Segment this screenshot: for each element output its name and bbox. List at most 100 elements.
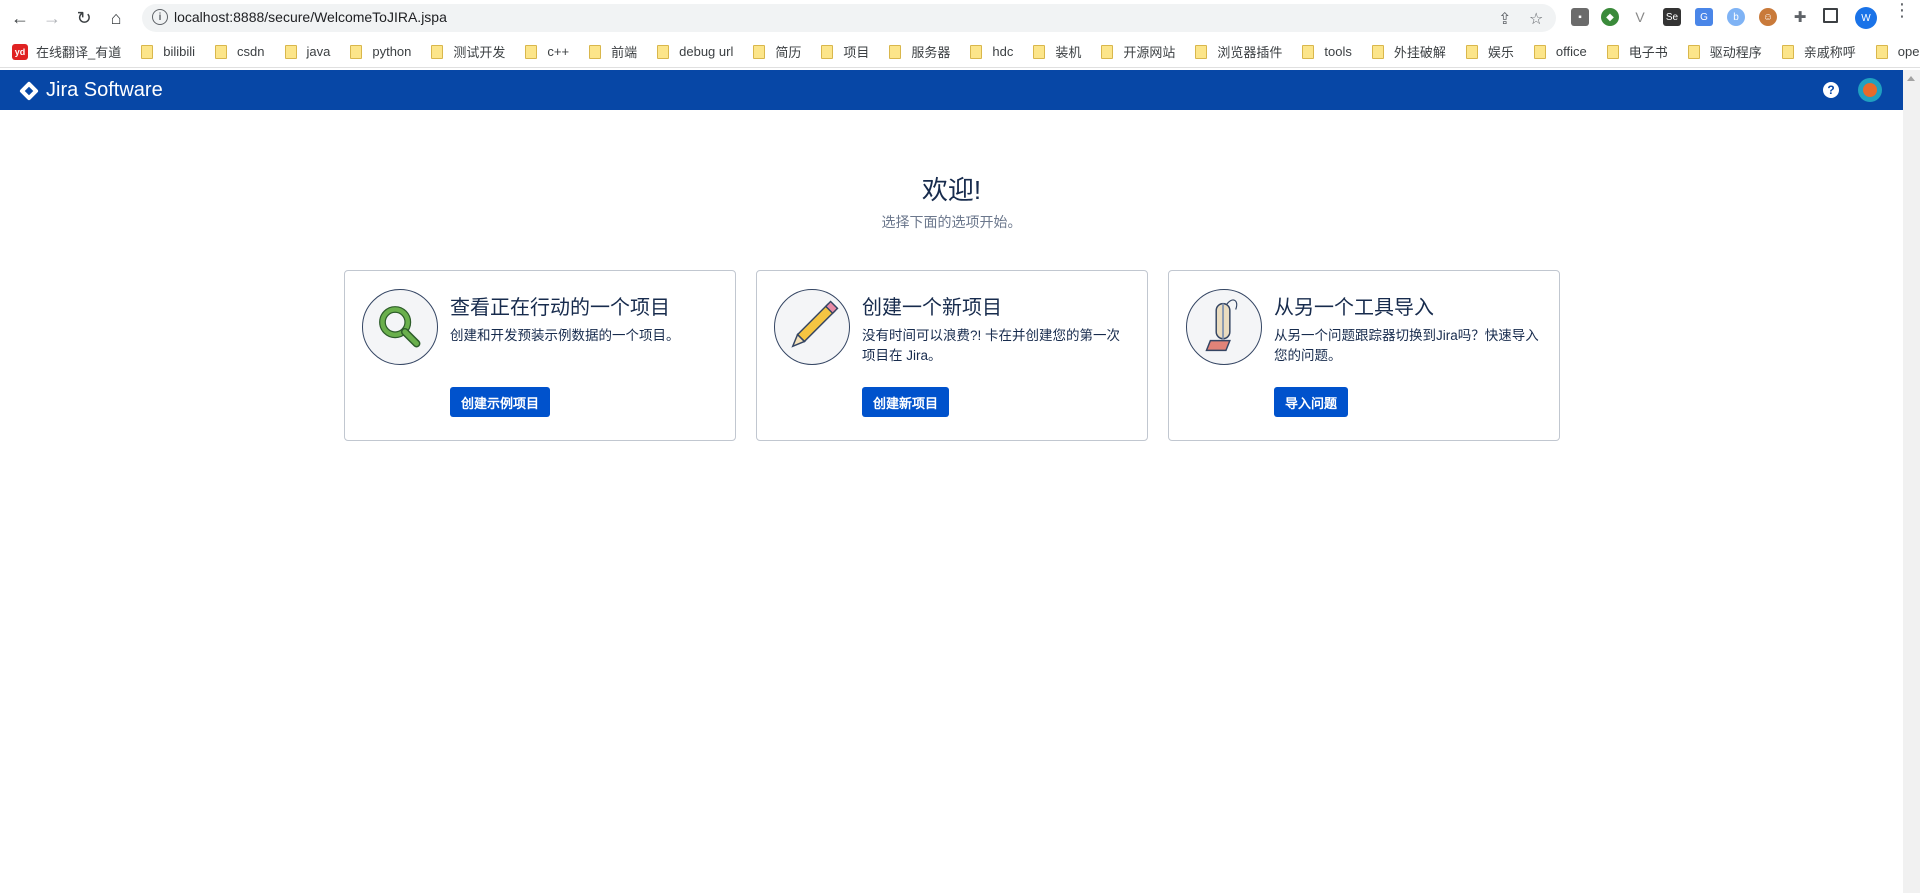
page-scrollbar[interactable]: [1903, 70, 1920, 893]
folder-icon: [1195, 44, 1208, 59]
bookmark-item[interactable]: hdc: [970, 44, 1013, 59]
back-button[interactable]: ←: [8, 6, 32, 30]
bookmark-item[interactable]: 服务器: [889, 42, 950, 61]
folder-icon: [1533, 44, 1546, 59]
bookmark-item[interactable]: 简历: [753, 42, 801, 61]
bookmark-label: tools: [1324, 44, 1352, 59]
bookmark-label: 在线翻译_有道: [36, 45, 122, 60]
magnifier-icon: [362, 289, 438, 365]
extensions-puzzle-icon[interactable]: ✚: [1791, 8, 1809, 26]
card-title: 从另一个工具导入: [1274, 297, 1434, 319]
bookmarks-bar: yd 在线翻译_有道 bilibili csdn java python 测试开发 c++ 前端…: [0, 36, 1920, 68]
folder-icon: [589, 44, 602, 59]
home-button[interactable]: ⌂: [104, 6, 128, 30]
create-new-project-button[interactable]: 创建新项目: [862, 387, 950, 417]
url-text[interactable]: localhost:8888/secure/WelcomeToJIRA.jspa: [174, 9, 447, 25]
bookmark-label: csdn: [237, 44, 265, 59]
bookmark-label: 简历: [775, 45, 802, 60]
bookmark-label: python: [372, 44, 412, 59]
bookmark-item[interactable]: python: [350, 44, 411, 59]
card-description: 没有时间可以浪费?! 卡在并创建您的第一次项目在 Jira。: [862, 328, 1121, 363]
side-panel-icon[interactable]: [1823, 8, 1838, 23]
page-title: 欢迎!: [921, 175, 982, 205]
bookmark-item[interactable]: 前端: [589, 42, 637, 61]
bookmark-label: 驱动程序: [1709, 45, 1762, 60]
profile-avatar[interactable]: W: [1855, 7, 1877, 29]
google-translate-icon[interactable]: G: [1695, 8, 1713, 26]
vue-devtools-icon[interactable]: V: [1631, 8, 1649, 26]
download-manager-icon[interactable]: ◆: [1601, 8, 1619, 26]
bookmark-label: debug url: [679, 44, 734, 59]
reload-button[interactable]: ↻: [72, 6, 96, 30]
bookmark-item[interactable]: 驱动程序: [1687, 42, 1762, 61]
bookmark-item[interactable]: 娱乐: [1465, 42, 1514, 61]
bookmark-label: 装机: [1055, 45, 1082, 60]
bookmark-item[interactable]: c++: [525, 44, 569, 59]
bookmark-star-icon[interactable]: ☆: [1529, 9, 1543, 29]
bookmark-label: 浏览器插件: [1217, 45, 1283, 60]
folder-icon: [350, 44, 363, 59]
folder-icon: [215, 44, 228, 59]
jira-header: Jira Software ?: [0, 70, 1903, 110]
bookmark-label: 开源网站: [1123, 45, 1176, 60]
bookmark-label: java: [306, 44, 331, 59]
pencil-icon: [774, 289, 850, 365]
bookmark-label: office: [1555, 44, 1587, 59]
scroll-up-arrow-icon[interactable]: [1907, 76, 1915, 81]
bookmark-item[interactable]: 亲戚称呼: [1781, 42, 1856, 61]
card-title: 创建一个新项目: [862, 297, 1002, 319]
bookmark-item[interactable]: office: [1533, 44, 1587, 59]
bookmark-item[interactable]: openai: [1875, 44, 1920, 59]
bookmark-item[interactable]: csdn: [215, 44, 265, 59]
avatar-face-icon: [1863, 83, 1877, 97]
folder-icon: [1033, 44, 1046, 59]
bookmark-label: 测试开发: [453, 45, 506, 60]
bookmark-label: 前端: [611, 45, 638, 60]
folder-icon: [1687, 44, 1700, 59]
card-import: 从另一个工具导入 从另一个问题跟踪器切换到Jira吗？快速导入您的问题。 导入问…: [1168, 270, 1560, 441]
jira-logo[interactable]: Jira Software: [19, 79, 163, 102]
bookmark-label: 娱乐: [1487, 45, 1514, 60]
address-bar[interactable]: i localhost:8888/secure/WelcomeToJIRA.js…: [142, 4, 1556, 32]
tampermonkey-icon[interactable]: ☺: [1759, 8, 1777, 26]
card-description: 创建和开发预装示例数据的一个项目。: [450, 328, 680, 343]
bookmark-item[interactable]: bilibili: [141, 44, 195, 59]
selenium-icon[interactable]: Se: [1663, 8, 1681, 26]
extension-icon[interactable]: ▪: [1571, 8, 1589, 26]
bing-icon[interactable]: b: [1727, 8, 1745, 26]
folder-icon: [753, 44, 766, 59]
create-sample-project-button[interactable]: 创建示例项目: [450, 387, 551, 417]
help-icon[interactable]: ?: [1823, 82, 1839, 98]
folder-icon: [525, 44, 538, 59]
bookmark-label: 电子书: [1628, 45, 1668, 60]
folder-icon: [1371, 44, 1384, 59]
share-icon[interactable]: ⇪: [1498, 9, 1511, 29]
bookmark-item[interactable]: 测试开发: [431, 42, 505, 61]
browser-menu-icon[interactable]: ⋮: [1893, 1, 1911, 19]
bookmark-label: c++: [547, 44, 570, 59]
bookmark-item[interactable]: java: [284, 44, 331, 59]
site-info-icon[interactable]: i: [152, 9, 168, 25]
bookmark-label: bilibili: [163, 44, 196, 59]
bookmark-item[interactable]: yd 在线翻译_有道: [12, 42, 121, 61]
bookmark-item[interactable]: 开源网站: [1101, 42, 1175, 61]
bookmark-item[interactable]: 浏览器插件: [1195, 42, 1282, 61]
bookmark-item[interactable]: 项目: [821, 42, 869, 61]
user-avatar[interactable]: [1858, 78, 1882, 102]
bookmark-item[interactable]: debug url: [657, 44, 733, 59]
forward-button[interactable]: →: [40, 6, 64, 30]
folder-icon: [431, 44, 444, 59]
vacuum-icon: [1186, 289, 1262, 365]
bookmark-label: openai: [1897, 44, 1920, 59]
card-sample-project: 查看正在行动的一个项目 创建和开发预装示例数据的一个项目。 创建示例项目: [344, 270, 736, 441]
folder-icon: [889, 44, 902, 59]
bookmark-item[interactable]: 外挂破解: [1371, 42, 1446, 61]
folder-icon: [1606, 44, 1619, 59]
bookmark-item[interactable]: 电子书: [1606, 42, 1668, 61]
folder-icon: [284, 44, 297, 59]
bookmark-item[interactable]: tools: [1302, 44, 1352, 59]
bookmark-item[interactable]: 装机: [1033, 42, 1081, 61]
card-new-project: 创建一个新项目 没有时间可以浪费?! 卡在并创建您的第一次项目在 Jira。 创…: [756, 270, 1148, 441]
bookmark-label: 项目: [843, 45, 870, 60]
import-issues-button[interactable]: 导入问题: [1274, 387, 1349, 417]
